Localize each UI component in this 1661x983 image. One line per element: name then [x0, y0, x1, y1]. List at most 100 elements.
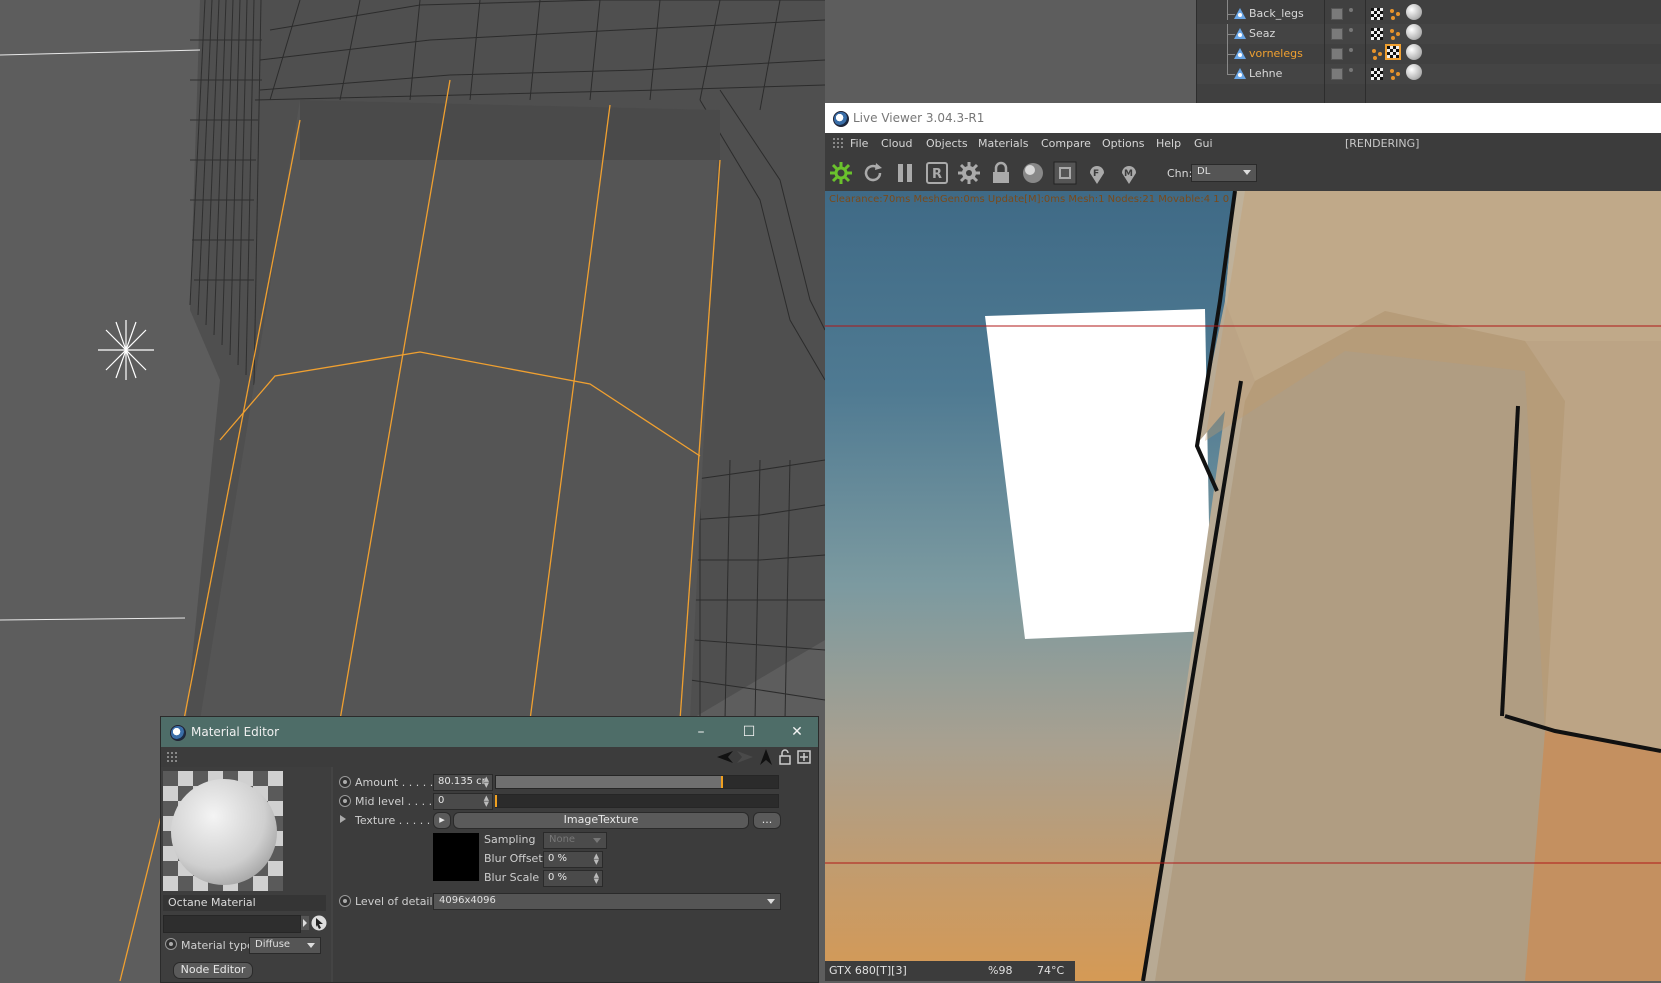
material-pick-icon[interactable]: M	[1117, 161, 1141, 185]
object-row[interactable]: Lehne	[1197, 64, 1661, 84]
object-name: vornelegs	[1249, 47, 1303, 60]
blur-offset-field[interactable]: 0 % ▲ ▼	[543, 851, 603, 868]
octane-tag-icon[interactable]	[1371, 48, 1383, 60]
image-texture-button[interactable]: ImageTexture	[453, 812, 749, 829]
gpu-usage: %98	[988, 964, 1013, 977]
back-arrow-icon[interactable]	[717, 750, 733, 764]
render-view[interactable]: Clearance:70ms MeshGen:0ms Update[M]:0ms…	[825, 191, 1661, 981]
material-ball-icon[interactable]	[1021, 161, 1045, 185]
texture-tag-selected-icon[interactable]	[1385, 44, 1401, 60]
material-editor-titlebar[interactable]: Material Editor – ☐ ✕	[161, 717, 818, 747]
level-of-details-radio[interactable]	[339, 895, 351, 907]
cinema4d-logo-icon	[833, 111, 849, 127]
texture-tag-icon[interactable]	[1371, 28, 1383, 40]
menu-cloud[interactable]: Cloud	[881, 137, 912, 150]
grip-icon[interactable]	[833, 138, 843, 148]
live-viewer-window: Live Viewer 3.04.3-R1 File Cloud Objects…	[825, 103, 1661, 981]
octane-tag-icon[interactable]	[1389, 28, 1401, 40]
channel-select[interactable]: DL	[1191, 164, 1257, 182]
forward-arrow-icon[interactable]	[737, 750, 753, 764]
sampling-select[interactable]: None	[543, 832, 607, 849]
gpu-temperature: 74°C	[1037, 964, 1065, 977]
amount-slider[interactable]	[495, 775, 779, 789]
render-dot-icon[interactable]	[1349, 48, 1353, 52]
octane-tag-icon[interactable]	[1389, 68, 1401, 80]
amount-label: Amount . . . . .	[355, 776, 434, 789]
lock-icon[interactable]	[989, 161, 1013, 185]
unlock-icon[interactable]	[779, 749, 791, 765]
settings-gear-icon[interactable]	[957, 161, 981, 185]
octane-start-icon[interactable]	[829, 161, 853, 185]
restart-icon[interactable]	[861, 161, 885, 185]
cinema4d-logo-icon	[170, 725, 186, 741]
material-preview[interactable]	[163, 771, 283, 891]
texture-more-button[interactable]: ...	[753, 812, 781, 829]
menu-materials[interactable]: Materials	[978, 137, 1028, 150]
material-tag-icon[interactable]	[1406, 44, 1422, 60]
maximize-button[interactable]: ☐	[739, 723, 759, 741]
menu-options[interactable]: Options	[1102, 137, 1144, 150]
svg-text:R: R	[932, 167, 942, 182]
render-dot-icon[interactable]	[1349, 68, 1353, 72]
mid-level-field[interactable]: 0 ▲ ▼	[433, 793, 493, 810]
focus-pick-icon[interactable]: F	[1085, 161, 1109, 185]
render-status: [RENDERING]	[1345, 137, 1420, 150]
region-render-icon[interactable]: R	[925, 161, 949, 185]
material-type-select[interactable]: Diffuse	[249, 937, 321, 954]
up-arrow-icon[interactable]	[759, 749, 773, 765]
menu-gui[interactable]: Gui	[1194, 137, 1213, 150]
null-object-icon	[1234, 8, 1246, 19]
menu-objects[interactable]: Objects	[926, 137, 968, 150]
material-name-field[interactable]	[163, 915, 301, 933]
octane-tag-icon[interactable]	[1389, 8, 1401, 20]
material-editor-toolbar	[161, 747, 818, 767]
param-amount: Amount . . . . . 80.135 cr ▲ ▼	[333, 773, 818, 792]
level-of-details-select[interactable]: 4096x4096	[433, 893, 781, 910]
material-name[interactable]: Octane Material	[163, 895, 326, 911]
object-row-selected[interactable]: vornelegs	[1197, 44, 1661, 64]
expand-triangle-icon[interactable]	[340, 815, 346, 823]
mid-level-radio[interactable]	[339, 795, 351, 807]
material-type-radio[interactable]	[165, 938, 177, 950]
render-dot-icon[interactable]	[1349, 28, 1353, 32]
texture-tag-icon[interactable]	[1371, 68, 1383, 80]
visibility-toggle-icon[interactable]	[1331, 28, 1343, 40]
grip-icon[interactable]	[167, 752, 177, 762]
new-window-icon[interactable]	[797, 750, 811, 764]
live-viewer-titlebar[interactable]: Live Viewer 3.04.3-R1	[825, 103, 1661, 133]
blur-scale-label: Blur Scale	[484, 871, 540, 884]
node-editor-button[interactable]: Node Editor	[173, 962, 253, 979]
clay-mode-icon[interactable]	[1053, 161, 1077, 185]
amount-radio[interactable]	[339, 776, 351, 788]
render-dot-icon[interactable]	[1349, 8, 1353, 12]
texture-arrow-button[interactable]: ▸	[433, 812, 451, 829]
visibility-toggle-icon[interactable]	[1331, 48, 1343, 60]
expand-arrow-icon[interactable]	[301, 916, 309, 930]
visibility-toggle-icon[interactable]	[1331, 8, 1343, 20]
material-tag-icon[interactable]	[1406, 4, 1422, 20]
close-button[interactable]: ✕	[787, 723, 807, 741]
visibility-toggle-icon[interactable]	[1331, 68, 1343, 80]
menu-help[interactable]: Help	[1156, 137, 1181, 150]
pause-icon[interactable]	[893, 161, 917, 185]
pick-cursor-icon[interactable]	[311, 915, 327, 931]
texture-tag-icon[interactable]	[1371, 8, 1383, 20]
minimize-button[interactable]: –	[691, 723, 711, 741]
menu-compare[interactable]: Compare	[1041, 137, 1091, 150]
material-tag-icon[interactable]	[1406, 24, 1422, 40]
mid-level-slider[interactable]	[495, 794, 779, 808]
material-tag-icon[interactable]	[1406, 64, 1422, 80]
amount-field[interactable]: 80.135 cr ▲ ▼	[433, 774, 493, 791]
svg-text:M: M	[1124, 169, 1133, 179]
param-texture: Texture . . . . . . ▸ ImageTexture ...	[333, 811, 818, 830]
level-of-details-label: Level of details	[355, 895, 439, 908]
blur-scale-field[interactable]: 0 % ▲ ▼	[543, 870, 603, 887]
mid-level-label: Mid level . . . .	[355, 795, 433, 808]
object-row[interactable]: Seaz	[1197, 24, 1661, 44]
material-type-label: Material type	[181, 939, 254, 952]
texture-preview[interactable]	[433, 833, 479, 881]
object-row[interactable]: Back_legs	[1197, 0, 1661, 24]
param-level-of-details: Level of details 4096x4096	[333, 892, 818, 911]
menu-file[interactable]: File	[850, 137, 868, 150]
material-parameters: Amount . . . . . 80.135 cr ▲ ▼ Mid level .…	[333, 767, 818, 982]
